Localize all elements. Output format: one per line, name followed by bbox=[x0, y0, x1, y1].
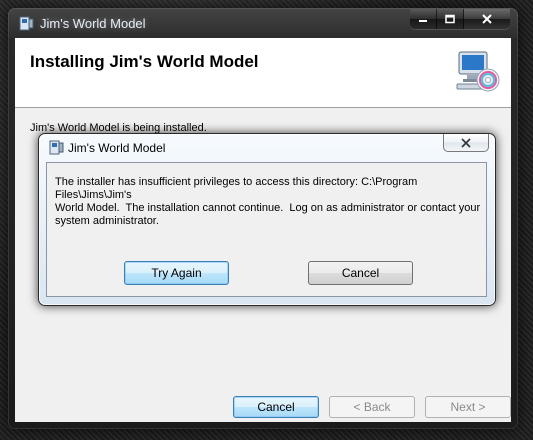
close-icon bbox=[482, 14, 492, 24]
computer-cd-icon bbox=[456, 51, 500, 92]
window-title: Jim's World Model bbox=[40, 16, 146, 31]
error-message: The installer has insufficient privilege… bbox=[55, 176, 481, 227]
minimize-icon bbox=[419, 20, 427, 22]
try-again-button[interactable]: Try Again bbox=[124, 261, 229, 285]
next-button[interactable]: Next > bbox=[425, 396, 511, 418]
installer-titlebar[interactable]: Jim's World Model bbox=[8, 8, 518, 38]
minimize-button[interactable] bbox=[410, 9, 437, 29]
error-dialog: Jim's World Model The installer has insu… bbox=[38, 133, 496, 306]
dialog-body: The installer has insufficient privilege… bbox=[46, 162, 487, 297]
close-button[interactable] bbox=[464, 9, 510, 29]
dialog-close-button[interactable] bbox=[443, 134, 489, 152]
dialog-title: Jim's World Model bbox=[68, 141, 166, 155]
installer-icon bbox=[49, 140, 64, 155]
dialog-cancel-button[interactable]: Cancel bbox=[308, 261, 413, 285]
maximize-button[interactable] bbox=[437, 9, 464, 29]
maximize-icon bbox=[445, 14, 455, 24]
back-button[interactable]: < Back bbox=[329, 396, 415, 418]
installer-icon bbox=[19, 16, 34, 31]
installer-header: Installing Jim's World Model bbox=[15, 38, 511, 108]
cancel-button[interactable]: Cancel bbox=[233, 396, 319, 418]
page-title: Installing Jim's World Model bbox=[30, 52, 259, 71]
close-icon bbox=[461, 137, 471, 148]
caption-buttons bbox=[410, 9, 510, 29]
